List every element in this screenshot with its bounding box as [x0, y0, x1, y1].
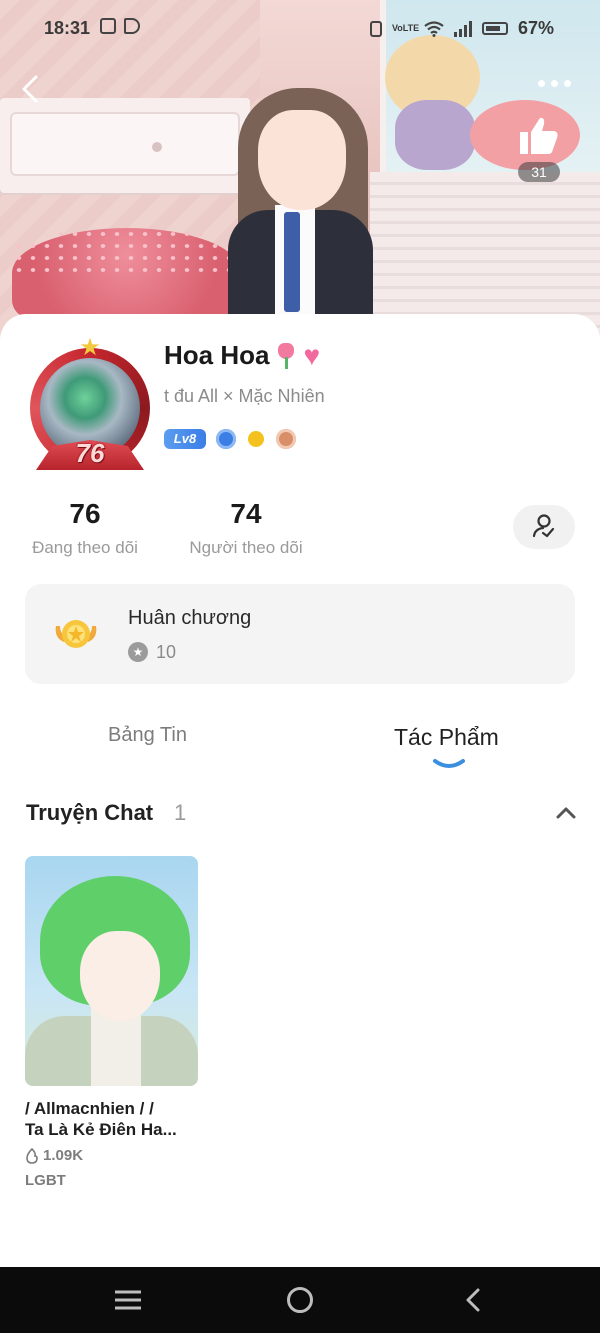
fire-icon [26, 1147, 38, 1164]
status-right-icons: VoLTE 67% [369, 18, 554, 39]
section-count: 1 [174, 800, 187, 825]
avatar[interactable]: ★ 76 [26, 336, 154, 472]
status-notification-icons [100, 18, 140, 34]
menu-icon [115, 1290, 141, 1310]
story-cover[interactable] [25, 856, 198, 1086]
profile-name-text: Hoa Hoa [164, 340, 270, 370]
play-store-icon [124, 18, 140, 34]
medal-title: Huân chương [128, 607, 252, 629]
star-icon: ★ [79, 334, 101, 361]
wifi-icon [424, 20, 444, 37]
more-dot-icon [538, 80, 545, 87]
home-button[interactable] [287, 1287, 313, 1313]
notification-icon [100, 18, 116, 34]
like-count: 31 [518, 162, 560, 182]
more-options-button[interactable] [538, 80, 571, 87]
chevron-up-icon [556, 807, 576, 819]
vibrate-icon [369, 20, 382, 37]
chevron-left-icon [22, 75, 38, 103]
medal-star-icon: ★ [128, 642, 148, 662]
hexagon-badge-icon[interactable] [276, 429, 296, 449]
system-back-button[interactable] [462, 1287, 484, 1313]
banner-drawer [10, 112, 240, 176]
status-time: 18:31 [44, 18, 91, 38]
followers-label: Người theo dõi [189, 538, 303, 557]
medal-card[interactable] [25, 584, 575, 684]
tab-active-indicator [432, 757, 466, 771]
tulip-icon [275, 342, 297, 369]
tab-works[interactable]: Tác Phẩm [394, 724, 499, 751]
medal-icon [52, 612, 100, 656]
following-stat[interactable]: 76 Đang theo dõi [24, 498, 146, 558]
back-button[interactable] [20, 74, 50, 110]
tab-feed[interactable]: Bảng Tin [108, 724, 187, 747]
battery-icon [481, 22, 508, 35]
volte-label: VoLTE [391, 23, 420, 33]
followers-stat[interactable]: 74 Người theo dõi [180, 498, 312, 558]
profile-name: Hoa Hoa ♥ [164, 340, 333, 371]
level-badge[interactable]: Lv8 [164, 429, 206, 449]
story-title-line2: Ta Là Kẻ Điên Ha... [25, 1120, 177, 1139]
banner-stool-pattern [12, 228, 242, 280]
chevron-left-icon [466, 1288, 480, 1312]
story-title[interactable]: / Allmacnhien / / Ta Là Kẻ Điên Ha... [25, 1098, 205, 1140]
cover-character-face [80, 931, 160, 1021]
follow-button[interactable] [513, 505, 575, 549]
like-button[interactable] [514, 112, 562, 160]
coin-badge-icon[interactable] [248, 431, 264, 447]
more-dot-icon [564, 80, 571, 87]
banner-teddy-body [395, 100, 475, 170]
story-tag: LGBT [25, 1172, 66, 1189]
heart-icon: ♥ [303, 339, 321, 371]
status-bar: 18:31 VoLTE 67% [0, 0, 600, 56]
user-check-icon [532, 514, 555, 538]
collapse-button[interactable] [554, 804, 578, 822]
profile-bio: t đu All × Mặc Nhiên [164, 386, 325, 406]
recent-apps-button[interactable] [114, 1289, 142, 1311]
water-drop-badge-icon[interactable] [216, 429, 236, 449]
banner-character-tie [284, 212, 300, 312]
more-dot-icon [551, 80, 558, 87]
banner-drawer-knob [152, 142, 162, 152]
following-count: 76 [69, 498, 101, 529]
following-label: Đang theo dõi [32, 538, 138, 557]
story-title-line1: / Allmacnhien / / [25, 1099, 154, 1118]
medal-count: 10 [156, 642, 177, 662]
signal-icon [453, 20, 472, 37]
banner-character-face [258, 110, 346, 210]
story-views-count: 1.09K [43, 1147, 84, 1164]
avatar-level-number: 76 [75, 438, 105, 468]
followers-count: 74 [230, 498, 262, 529]
story-views: 1.09K [25, 1147, 83, 1164]
thumbs-up-icon [520, 117, 558, 154]
section-title: Truyện Chat [26, 800, 154, 825]
profile-badges: Lv8 [164, 429, 296, 449]
battery-percent: 67% [517, 18, 554, 38]
